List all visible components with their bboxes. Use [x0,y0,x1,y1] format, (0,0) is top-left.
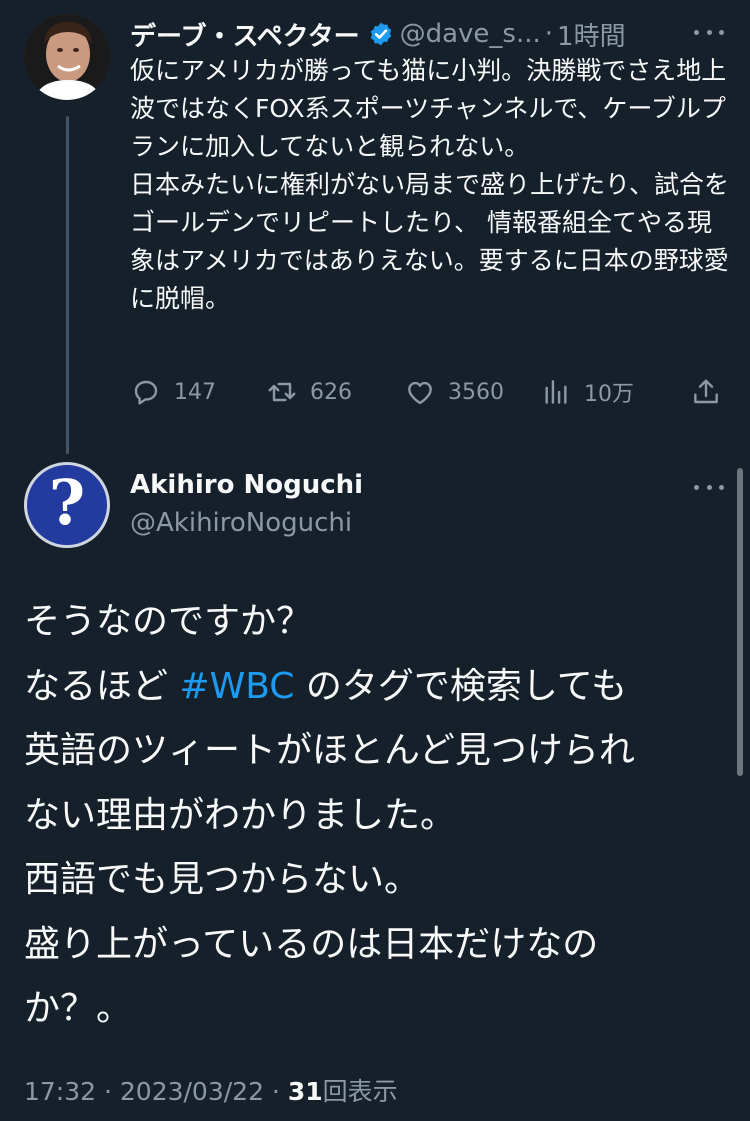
tweet-text-line: 盛り上がっているのは日本だけなの [24,923,599,965]
hashtag-link[interactable]: #WBC [179,666,294,707]
thread-connector-line [66,116,69,454]
tweet-time[interactable]: 1時間 [557,16,626,53]
tweet-detail-page: デーブ・スペクター @dave_s... · 1時間 仮にアメリカが勝っても猫に… [0,0,750,1121]
retweet-count: 626 [310,379,352,405]
tweet-text-line: 英語のツィートがほとんど見つけられ [24,730,635,771]
share-button[interactable] [690,372,722,412]
author-name[interactable]: Akihiro Noguchi [130,470,363,500]
share-arrow-icon [694,379,718,404]
tweet-text-line: そうなのですか？ [24,601,313,642]
more-dots-icon[interactable] [694,482,724,492]
tweet-text: そうなのですか？ なるほど #WBC のタグで検索しても 英語のツィートがほとん… [24,590,734,1042]
tweet-text: 仮にアメリカが勝っても猫に小判。決勝戦でさえ地上波ではなくFOX系スポーツチャン… [130,56,730,313]
view-count: 31 [287,1077,323,1106]
tweet-metadata: 17:32 · 2023/03/22 · 31回表示 [24,1072,398,1108]
reply-button[interactable]: 147 [130,372,216,412]
bar-chart-icon [545,380,567,404]
tweet-text-segment: なるほど [24,665,180,707]
avatar[interactable]: ? [24,462,110,548]
scrollbar[interactable] [737,468,743,776]
author-handle[interactable]: @dave_s... [400,19,541,49]
reply-count: 147 [174,379,216,405]
views-count: 10万 [584,382,634,407]
retweet-button[interactable]: 626 [266,372,352,412]
author-handle[interactable]: @AkihiroNoguchi [130,508,352,538]
tweet-text-line: か？。 [24,988,133,1029]
speech-bubble-icon [134,380,158,405]
view-label: 回表示 [322,1077,398,1106]
heart-icon [408,381,432,405]
author-name[interactable]: デーブ・スペクター [130,16,360,53]
like-button[interactable]: 3560 [404,372,504,412]
question-mark-icon: ? [48,466,86,539]
tweet-actions: 147 626 3560 10万 [130,372,726,412]
tweet-text-segment: のタグで検索しても [294,665,627,707]
like-count: 3560 [448,379,504,405]
views-button[interactable]: 10万 [540,372,634,412]
tweet-timestamp[interactable]: 17:32 · 2023/03/22 · [24,1077,288,1106]
tweet-text-line: なるほど #WBC のタグで検索しても [24,655,734,720]
avatar[interactable] [24,14,110,100]
retweet-arrows-icon [268,382,296,402]
tweet-header: デーブ・スペクター @dave_s... · 1時間 [130,14,726,54]
more-dots-icon[interactable] [694,27,724,37]
verified-badge-icon [368,21,394,47]
separator-dot: · [544,19,554,49]
tweet-text-line: 西語でも見つからない。 [24,859,421,900]
tweet-text-line: ない理由がわかりました。 [24,794,457,836]
